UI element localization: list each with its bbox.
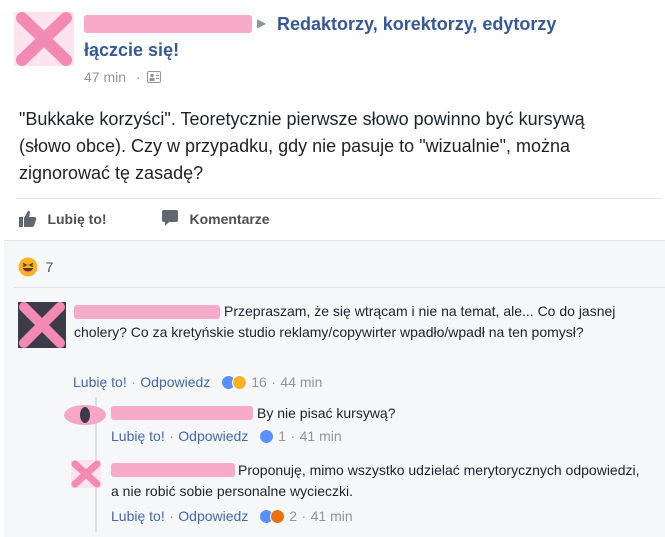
avatar[interactable] [14,12,74,66]
chevron-right-icon: ▶ [257,16,267,30]
separator: · [271,374,276,390]
reactions-count: 7 [45,259,54,275]
comment-button-label: Komentarze [189,211,270,227]
separator: · [301,508,307,524]
like-reaction-icon [258,429,274,444]
haha-reaction-icon [231,375,247,390]
commenter-avatar[interactable] [18,302,66,348]
reply-reactions[interactable]: 1 [258,428,291,445]
group-audience-icon[interactable] [147,71,161,83]
reply-reactions-count: 1 [278,428,287,444]
speech-bubble-icon [162,210,178,226]
reply-reply-link[interactable]: Odpowiedz [178,508,248,524]
reactions-summary[interactable]: 7 [18,257,53,277]
group-name-link[interactable]: Redaktorzy, korektorzy, edytorzy [277,14,556,35]
post-time[interactable]: 47 min [84,69,126,85]
author-name-redacted[interactable] [84,15,252,33]
comment-time[interactable]: 44 min [280,374,322,390]
comment-reply-link[interactable]: Odpowiedz [140,374,210,390]
redaction-mark-icon [64,405,106,425]
post-body: "Bukkake korzyści". Teoretycznie pierwsz… [19,109,585,183]
comment-text: Przepraszam, że się wtrącam i nie na tem… [74,303,616,340]
angry-reaction-icon [269,509,285,524]
separator: · [169,508,174,524]
redaction-x-icon [16,12,72,66]
comment-like-link[interactable]: Lubię to! [73,374,127,390]
reply-time[interactable]: 41 min [300,428,342,444]
separator: · [131,374,136,390]
comment-reactions-count: 16 [251,374,267,390]
reply-text: By nie pisać kursywą? [257,405,396,421]
reply-time[interactable]: 41 min [311,508,353,524]
like-button[interactable]: Lubię to! [19,210,107,230]
reply-reply-link[interactable]: Odpowiedz [178,428,248,444]
group-name-link-line2[interactable]: łączcie się! [84,40,179,61]
reply-avatar[interactable] [63,404,107,426]
comment-reactions[interactable]: 16 [220,374,271,391]
redaction-x-icon [71,460,101,488]
redaction-x-icon [19,302,65,348]
reply-like-link[interactable]: Lubię to! [111,428,165,444]
reply-actions: Lubię to! · Odpowiedz 1 · 41 min [111,428,342,446]
post-actions-divider-top [16,198,662,199]
reply-author-redacted[interactable] [111,406,253,420]
comment-button[interactable]: Komentarze [161,210,270,230]
like-button-label: Lubię to! [47,211,107,227]
separator: · [136,69,141,85]
reactions-divider [14,287,665,288]
reply-actions: Lubię to! · Odpowiedz 2 · 41 min [111,508,353,526]
separator: · [290,428,296,444]
haha-reaction-icon [18,257,38,277]
reply-reactions-count: 2 [289,508,298,524]
reply-avatar[interactable] [71,460,101,488]
separator: · [169,428,174,444]
reply-reactions[interactable]: 2 [258,508,302,525]
comment-actions: Lubię to! · Odpowiedz 16 · 44 min [73,374,322,392]
thumbs-up-icon [19,210,37,227]
reply-text: Proponuję, mimo wszystko udzielać meryto… [111,462,640,499]
reply-like-link[interactable]: Lubię to! [111,508,165,524]
